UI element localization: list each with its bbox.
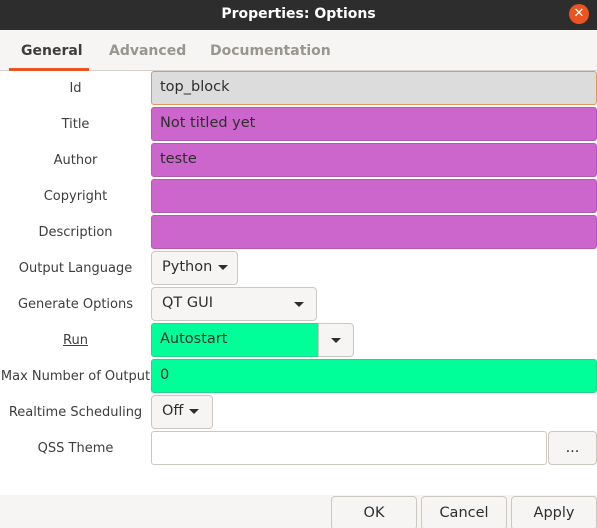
realtime-scheduling-dropdown[interactable]: Off xyxy=(151,395,213,429)
author-field[interactable]: teste xyxy=(151,143,597,177)
generate-options-dropdown[interactable]: QT GUI xyxy=(151,287,317,321)
id-field[interactable]: top_block xyxy=(151,71,597,105)
chevron-down-icon xyxy=(218,264,229,270)
copyright-field[interactable] xyxy=(151,179,597,213)
author-label: Author xyxy=(53,153,98,168)
chevron-down-icon xyxy=(331,338,341,343)
realtime-scheduling-label: Realtime Scheduling xyxy=(8,405,143,420)
output-language-value: Python xyxy=(162,259,213,275)
title-bar: Properties: Options ✕ xyxy=(0,0,597,30)
qss-theme-field[interactable] xyxy=(151,431,547,465)
run-label: Run xyxy=(63,333,88,348)
tab-general[interactable]: General xyxy=(21,43,83,59)
id-label: Id xyxy=(69,81,82,96)
max-outputs-label: Max Number of Output xyxy=(0,369,151,384)
run-field[interactable]: Autostart xyxy=(151,323,319,357)
tab-documentation[interactable]: Documentation xyxy=(210,43,331,59)
ok-button[interactable]: OK xyxy=(331,496,417,528)
tab-advanced[interactable]: Advanced xyxy=(109,43,186,59)
general-panel: Id top_block Title Not titled yet Author… xyxy=(0,71,597,495)
generate-options-value: QT GUI xyxy=(162,295,214,311)
realtime-scheduling-value: Off xyxy=(162,403,184,419)
close-icon[interactable]: ✕ xyxy=(569,4,589,24)
chevron-down-icon xyxy=(189,408,200,414)
tab-bar: General Advanced Documentation xyxy=(0,30,597,71)
max-outputs-field[interactable]: 0 xyxy=(151,359,597,393)
copyright-label: Copyright xyxy=(43,189,108,204)
cancel-button[interactable]: Cancel xyxy=(421,496,507,528)
output-language-label: Output Language xyxy=(18,261,133,276)
apply-button[interactable]: Apply xyxy=(511,496,597,528)
title-field[interactable]: Not titled yet xyxy=(151,107,597,141)
window-title: Properties: Options xyxy=(221,6,376,22)
chevron-down-icon xyxy=(294,302,304,307)
generate-options-label: Generate Options xyxy=(17,297,133,312)
browse-button[interactable]: ... xyxy=(548,431,597,465)
output-language-dropdown[interactable]: Python xyxy=(151,251,238,285)
dialog-footer: OK Cancel Apply xyxy=(0,495,597,528)
description-field[interactable] xyxy=(151,215,597,249)
title-label: Title xyxy=(61,117,90,132)
properties-dialog: Properties: Options ✕ General Advanced D… xyxy=(0,0,597,528)
qss-theme-label: QSS Theme xyxy=(37,441,114,456)
run-dropdown-button[interactable] xyxy=(318,323,354,357)
description-label: Description xyxy=(38,225,113,240)
